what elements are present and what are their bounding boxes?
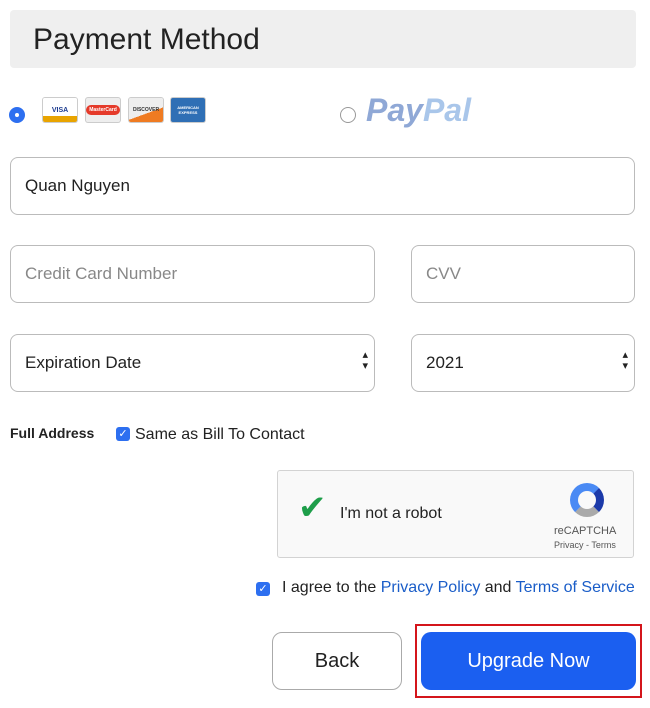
terms-of-service-link[interactable]: Terms of Service — [516, 579, 635, 596]
back-button[interactable]: Back — [272, 632, 402, 690]
mastercard-icon: MasterCard — [86, 98, 120, 122]
agree-checkbox[interactable]: ✓ — [256, 582, 270, 596]
upgrade-now-button[interactable]: Upgrade Now — [421, 632, 636, 690]
expiration-select[interactable]: Expiration Date — [10, 334, 375, 392]
cvv-input[interactable]: CVV — [411, 245, 635, 303]
paypal-logo[interactable]: PayPal — [366, 92, 471, 129]
year-select[interactable]: 2021 — [411, 334, 635, 392]
agree-text: I agree to the Privacy Policy and Terms … — [282, 579, 635, 596]
name-input[interactable]: Quan Nguyen — [10, 157, 635, 215]
same-as-bill-checkbox[interactable]: ✓ — [116, 427, 130, 441]
recaptcha-logo-icon — [570, 483, 604, 517]
page-title: Payment Method — [33, 23, 260, 56]
address-label: Full Address — [10, 425, 95, 441]
captcha-terms-link[interactable]: Terms — [591, 540, 616, 550]
visa-icon: VISA — [43, 98, 77, 122]
discover-icon: DISCOVER — [129, 98, 163, 122]
captcha-label: I'm not a robot — [340, 505, 442, 522]
amex-icon: AMERICAN EXPRESS — [171, 98, 205, 122]
paypal-radio[interactable] — [340, 107, 356, 123]
card-number-input[interactable]: Credit Card Number — [10, 245, 375, 303]
same-as-bill-label: Same as Bill To Contact — [135, 426, 305, 443]
card-radio[interactable] — [9, 107, 25, 123]
privacy-policy-link[interactable]: Privacy Policy — [381, 579, 481, 596]
captcha-privacy-link[interactable]: Privacy — [554, 540, 584, 550]
recaptcha-widget: ✔ I'm not a robot reCAPTCHA Privacy - Te… — [277, 470, 634, 558]
recaptcha-brand: reCAPTCHA — [554, 525, 617, 537]
captcha-check-icon[interactable]: ✔ — [298, 491, 327, 525]
page-header: Payment Method — [10, 10, 636, 68]
